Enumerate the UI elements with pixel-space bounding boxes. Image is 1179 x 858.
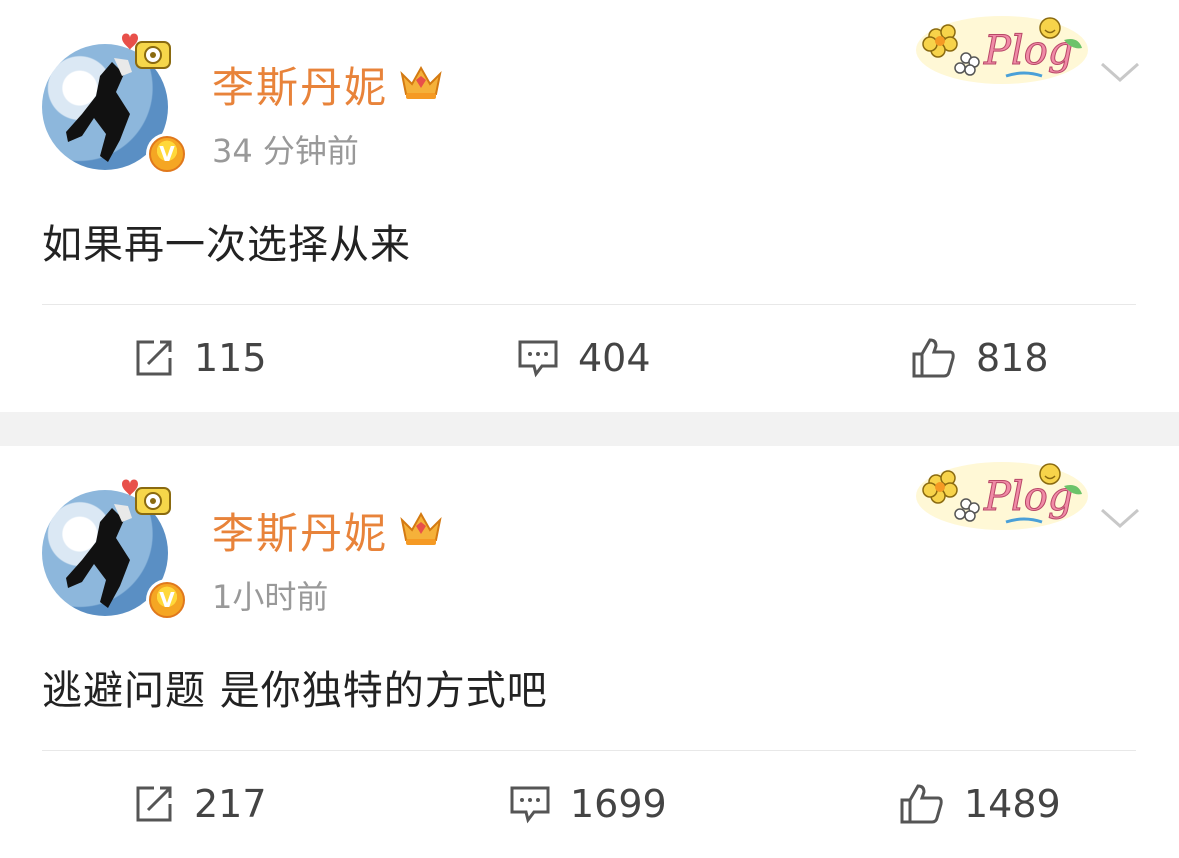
like-count: 1489: [964, 782, 1061, 826]
comment-button[interactable]: 1699: [508, 778, 667, 830]
repost-icon: [136, 340, 172, 376]
verified-badge: V: [146, 579, 188, 621]
camera-sticker-icon: [122, 479, 171, 515]
divider: [42, 304, 1136, 305]
repost-button[interactable]: 115: [132, 332, 267, 384]
avatar[interactable]: V: [42, 479, 188, 621]
avatar[interactable]: V: [42, 33, 188, 175]
verified-badge: V: [146, 133, 188, 175]
crown-icon[interactable]: [398, 60, 444, 102]
camera-sticker-icon: [122, 33, 171, 69]
repost-button[interactable]: 217: [132, 778, 267, 830]
verified-v-icon: V: [149, 582, 185, 618]
comment-icon: [510, 786, 550, 824]
plog-sticker: Plog: [916, 16, 1088, 84]
plog-label: Plog: [983, 474, 1073, 520]
comment-count: 404: [578, 336, 651, 380]
post-time: 1小时前: [212, 578, 329, 616]
comment-count: 1699: [570, 782, 667, 826]
like-button[interactable]: 1489: [898, 778, 1061, 830]
like-button[interactable]: 818: [910, 332, 1049, 384]
divider: [42, 750, 1136, 751]
author-name[interactable]: 李斯丹妮: [212, 500, 388, 561]
feed-separator: [0, 412, 1179, 446]
chevron-down-icon[interactable]: [1098, 506, 1142, 532]
repost-count: 217: [194, 782, 267, 826]
like-count: 818: [976, 336, 1049, 380]
post-time: 34 分钟前: [212, 132, 359, 170]
comment-button[interactable]: 404: [516, 332, 651, 384]
crown-icon[interactable]: [398, 506, 444, 548]
thumbs-up-icon: [912, 338, 955, 378]
repost-count: 115: [194, 336, 267, 380]
post-card: V 李斯丹妮 34 分钟前 Plog 如果再一次选择从来 115 404 818: [0, 0, 1179, 412]
verified-v-icon: V: [149, 136, 185, 172]
author-name[interactable]: 李斯丹妮: [212, 54, 388, 115]
post-content: 逃避问题 是你独特的方式吧: [42, 668, 548, 714]
plog-label: Plog: [983, 28, 1073, 74]
thumbs-up-icon: [900, 784, 943, 824]
chevron-down-icon[interactable]: [1098, 60, 1142, 86]
plog-sticker: Plog: [916, 462, 1088, 530]
post-content: 如果再一次选择从来: [42, 222, 411, 268]
comment-icon: [518, 340, 558, 378]
repost-icon: [136, 786, 172, 822]
post-card: V 李斯丹妮 1小时前 Plog 逃避问题 是你独特的方式吧 217 1699 …: [0, 446, 1179, 858]
